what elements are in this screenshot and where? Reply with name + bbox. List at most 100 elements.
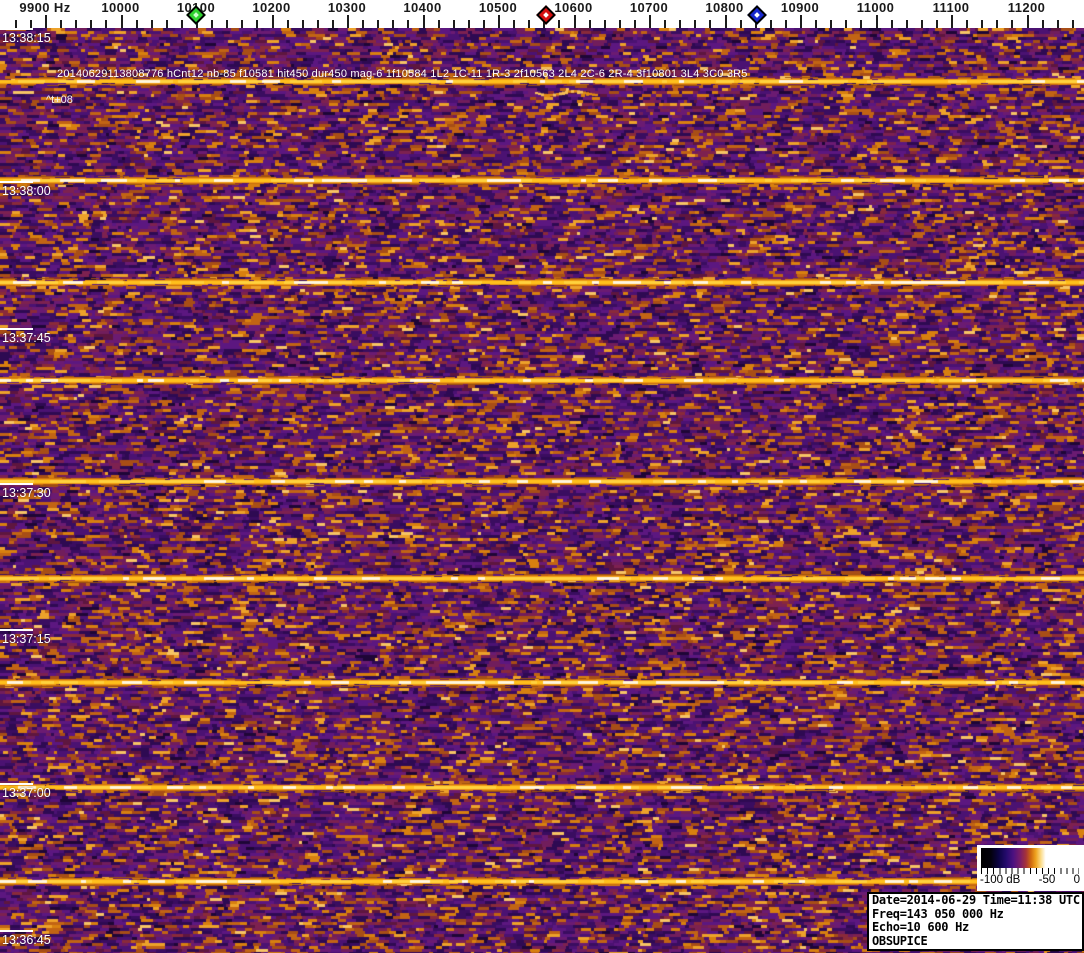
freq-minor-tick: [256, 20, 259, 28]
freq-major-tick: [951, 15, 953, 28]
freq-minor-tick: [150, 20, 153, 28]
freq-minor-tick: [105, 20, 108, 28]
freq-minor-tick: [588, 20, 591, 28]
marker-center-dot: [193, 12, 199, 18]
scale-label-max: 0: [1073, 874, 1080, 886]
freq-minor-tick: [211, 20, 214, 28]
freq-minor-tick: [90, 20, 93, 28]
freq-minor-tick: [75, 20, 78, 28]
freq-tick-label: 11100: [932, 0, 970, 15]
spectrogram-waterfall: [0, 28, 1084, 953]
time-label: 13:36:45: [2, 933, 51, 947]
color-gradient-bar: [981, 848, 1079, 868]
freq-major-tick: [271, 15, 274, 28]
freq-minor-tick: [1071, 20, 1074, 28]
freq-minor-tick: [180, 20, 183, 28]
freq-minor-tick: [845, 20, 848, 28]
freq-tick-label: 10400: [403, 0, 442, 15]
hit-annotation: 20140629113808776 hCnt12 nb-85 f10581 hi…: [57, 68, 748, 80]
freq-major-tick: [120, 15, 123, 28]
freq-tick-label: 10600: [554, 0, 593, 15]
freq-minor-tick: [739, 20, 742, 28]
freq-minor-tick: [996, 20, 999, 28]
blue-marker-diamond-icon[interactable]: [747, 5, 767, 25]
freq-minor-tick: [709, 20, 712, 28]
freq-minor-tick: [392, 20, 395, 28]
freq-minor-tick: [664, 20, 667, 28]
freq-minor-tick: [528, 20, 531, 28]
freq-major-tick: [347, 15, 349, 28]
freq-minor-tick: [241, 20, 244, 28]
freq-tick-label: 10900: [780, 0, 820, 15]
freq-minor-tick: [513, 20, 516, 28]
freq-tick-label: 10800: [705, 0, 744, 15]
freq-major-tick: [498, 15, 500, 28]
freq-major-tick: [800, 15, 802, 28]
freq-minor-tick: [1056, 20, 1059, 28]
freq-minor-tick: [482, 20, 485, 28]
time-tick: [0, 629, 33, 631]
freq-minor-tick: [407, 20, 410, 28]
freq-major-tick: [724, 15, 727, 28]
freq-minor-tick: [966, 20, 969, 28]
freq-minor-tick: [362, 20, 365, 28]
freq-minor-tick: [558, 20, 561, 28]
freq-minor-tick: [905, 20, 908, 28]
marker-center-dot: [754, 12, 760, 18]
freq-minor-tick: [377, 20, 380, 28]
time-tick: [0, 483, 33, 485]
freq-major-tick: [875, 15, 878, 28]
freq-minor-tick: [618, 20, 621, 28]
freq-minor-tick: [135, 20, 138, 28]
freq-minor-tick: [14, 20, 17, 28]
freq-minor-tick: [981, 20, 984, 28]
marker-center-dot: [542, 12, 549, 18]
freq-tick-label: 10500: [478, 0, 518, 15]
freq-minor-tick: [633, 20, 636, 28]
db-color-scale: -100 dB -50 0: [977, 845, 1084, 891]
scale-label-mid: -50: [1038, 874, 1056, 886]
freq-minor-tick: [29, 20, 32, 28]
freq-tick-label: 11000: [856, 0, 895, 15]
time-label: 13:37:00: [2, 786, 51, 800]
freq-minor-tick: [920, 20, 923, 28]
freq-minor-tick: [165, 20, 168, 28]
freq-minor-tick: [1011, 20, 1014, 28]
status-line-freq: Freq=143 050 000 Hz: [872, 906, 1004, 921]
time-label: 13:37:45: [2, 331, 51, 345]
freq-major-tick: [1026, 15, 1029, 28]
color-scale-labels: -100 dB -50 0: [980, 874, 1080, 886]
freq-minor-tick: [769, 20, 772, 28]
freq-major-tick: [573, 15, 576, 28]
time-tick: [0, 328, 33, 330]
freq-minor-tick: [452, 20, 455, 28]
freq-minor-tick: [301, 20, 304, 28]
time-label: 13:38:00: [2, 184, 51, 198]
time-tick: [0, 930, 33, 932]
time-offset-annotation: ^t+08: [46, 94, 73, 106]
status-box: Date=2014-06-29 Time=11:38 UTC Freq=143 …: [867, 892, 1084, 951]
freq-minor-tick: [467, 20, 470, 28]
frequency-axis[interactable]: 9900 Hz100001010010200103001040010500106…: [0, 0, 1084, 28]
freq-minor-tick: [935, 20, 938, 28]
freq-minor-tick: [784, 20, 787, 28]
red-marker-diamond-icon[interactable]: [535, 5, 556, 25]
freq-minor-tick: [830, 20, 833, 28]
freq-tick-label: 10700: [629, 0, 669, 15]
freq-minor-tick: [860, 20, 863, 28]
freq-minor-tick: [316, 20, 319, 28]
status-line-echo: Echo=10 600 Hz: [872, 920, 969, 934]
status-line-station: OBSUPICE: [872, 933, 928, 948]
time-label: 13:37:30: [2, 486, 51, 500]
status-line-date: Date=2014-06-29 Time=11:38 UTC: [872, 893, 1080, 907]
time-label: 13:37:15: [2, 632, 51, 646]
freq-minor-tick: [226, 20, 229, 28]
freq-tick-label: 9900 Hz: [19, 0, 71, 15]
freq-minor-tick: [815, 20, 818, 28]
freq-tick-label: 11200: [1007, 0, 1046, 15]
freq-major-tick: [422, 15, 425, 28]
time-tick: [0, 28, 33, 30]
freq-minor-tick: [603, 20, 606, 28]
freq-tick-label: 10000: [101, 0, 140, 15]
freq-minor-tick: [437, 20, 440, 28]
